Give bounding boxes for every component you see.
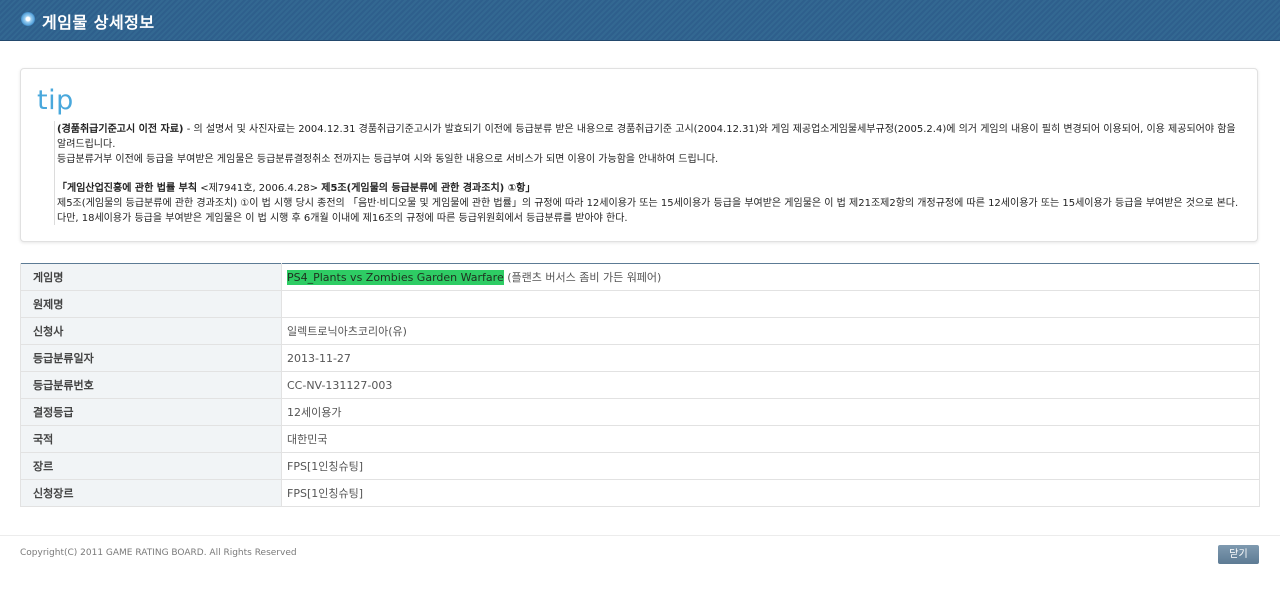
- decided-rating-value: 12세이용가: [281, 398, 1260, 426]
- tip-box: tip (경품취급기준고시 이전 자료) - 의 설명서 및 사진자료는 200…: [20, 68, 1258, 242]
- tip-paragraph-2: 등급분류거부 이전에 등급을 부여받은 게임물은 등급분류결정취소 전까지는 등…: [57, 154, 719, 165]
- law-title: 「게임산업진흥에 관한 법률 부칙 <제7941호, 2006.4.28> 제5…: [57, 183, 536, 194]
- table-row: 결정등급 12세이용가: [20, 398, 1260, 426]
- rating-date-value: 2013-11-27: [281, 344, 1260, 372]
- rating-number-label: 등급분류번호: [20, 371, 282, 399]
- applicant-value: 일렉트로닉아츠코리아(유): [281, 317, 1260, 345]
- tip-text: (경품취급기준고시 이전 자료) - 의 설명서 및 사진자료는 2004.12…: [57, 122, 1247, 226]
- genre-label: 장르: [20, 452, 282, 480]
- rating-number-value: CC-NV-131127-003: [281, 371, 1260, 399]
- table-row: 게임명 PS4_Plants vs Zombies Garden Warfare…: [20, 263, 1260, 291]
- table-row: 국적 대한민국: [20, 425, 1260, 453]
- copyright-text: Copyright(C) 2011 GAME RATING BOARD. All…: [20, 548, 297, 558]
- country-value: 대한민국: [281, 425, 1260, 453]
- game-name-highlight: PS4_Plants vs Zombies Garden Warfare: [287, 270, 504, 285]
- country-label: 국적: [20, 425, 282, 453]
- footer-divider: [0, 535, 1280, 536]
- close-button[interactable]: 닫기: [1218, 545, 1259, 564]
- title-bar: 게임물 상세정보: [0, 0, 1280, 41]
- decided-rating-label: 결정등급: [20, 398, 282, 426]
- game-name-korean: (플랜츠 버서스 좀비 가든 워페어): [503, 271, 662, 284]
- table-row: 장르 FPS[1인칭슈팅]: [20, 452, 1260, 480]
- genre-value: FPS[1인칭슈팅]: [281, 452, 1260, 480]
- game-name-value: PS4_Plants vs Zombies Garden Warfare (플랜…: [281, 263, 1260, 291]
- tip-logo: tip: [37, 85, 74, 116]
- table-row: 등급분류번호 CC-NV-131127-003: [20, 371, 1260, 399]
- tip-notice-heading: (경품취급기준고시 이전 자료): [57, 124, 184, 135]
- table-row: 등급분류일자 2013-11-27: [20, 344, 1260, 372]
- tip-divider: [54, 121, 55, 225]
- tip-notice-text: - 의 설명서 및 사진자료는 2004.12.31 경품취급기준고시가 발효되…: [57, 124, 1236, 150]
- table-row: 원제명: [20, 290, 1260, 318]
- tip-paragraph-1: (경품취급기준고시 이전 자료) - 의 설명서 및 사진자료는 2004.12…: [57, 122, 1247, 152]
- law-body: 제5조(게임물의 등급분류에 관한 경과조치) ①이 법 시행 당시 종전의 「…: [57, 198, 1239, 224]
- rating-date-label: 등급분류일자: [20, 344, 282, 372]
- original-title-label: 원제명: [20, 290, 282, 318]
- original-title-value: [281, 290, 1260, 318]
- game-name-label: 게임명: [20, 263, 282, 291]
- table-row: 신청장르 FPS[1인칭슈팅]: [20, 479, 1260, 507]
- table-row: 신청사 일렉트로닉아츠코리아(유): [20, 317, 1260, 345]
- page-title: 게임물 상세정보: [42, 13, 155, 32]
- applied-genre-label: 신청장르: [20, 479, 282, 507]
- circle-bullet-icon: [21, 12, 35, 26]
- applied-genre-value: FPS[1인칭슈팅]: [281, 479, 1260, 507]
- game-info-table: 게임명 PS4_Plants vs Zombies Garden Warfare…: [20, 263, 1260, 507]
- applicant-label: 신청사: [20, 317, 282, 345]
